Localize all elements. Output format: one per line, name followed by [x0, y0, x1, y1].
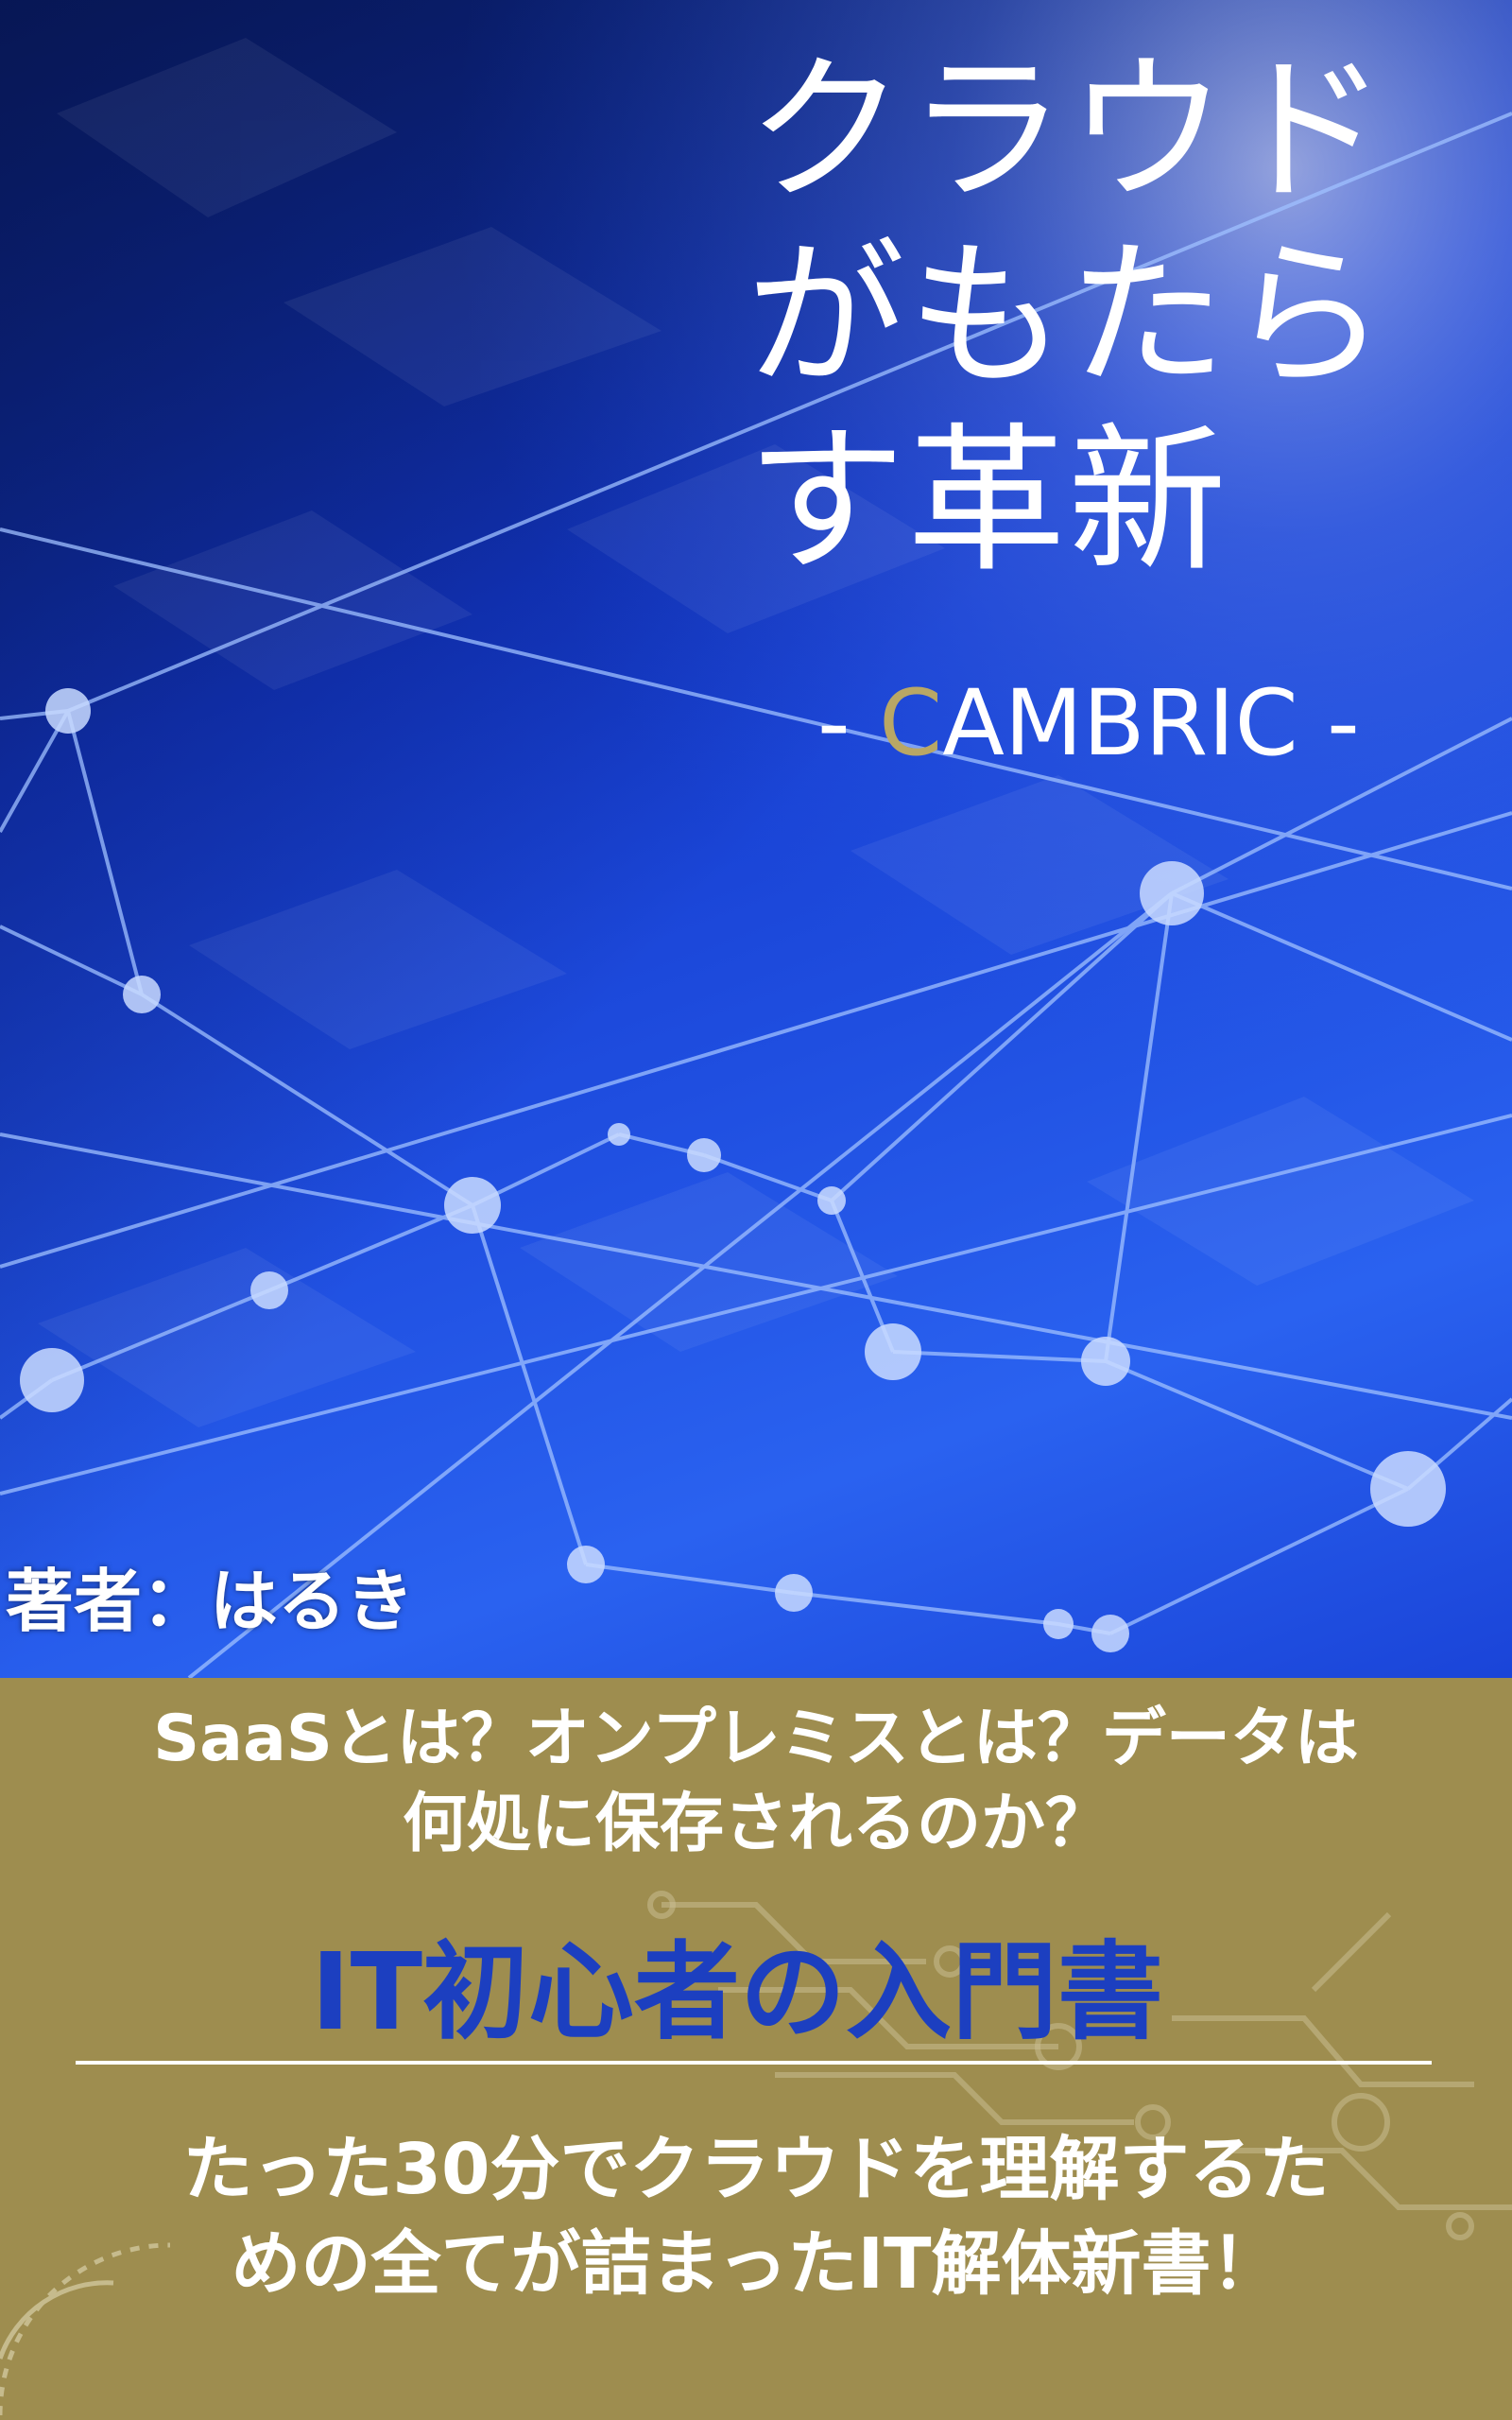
- author-credit: 著者：はるき: [6, 1562, 415, 1641]
- pitch-copy: たった30分でクラウドを理解するた めの全てが詰まったIT解体新書！: [0, 2122, 1512, 2311]
- cover-artwork: クラウド がもたら す革新 - CAMBRIC - 著者：はるき: [0, 0, 1512, 1678]
- pitch-line: たった30分でクラウドを理解するた: [182, 2129, 1330, 2210]
- brand-name: - CAMBRIC -: [817, 671, 1360, 775]
- category-heading: IT初心者の入門書: [310, 1931, 1164, 2054]
- question-line: 何処に保存されるのか？: [402, 1787, 1109, 1861]
- divider: [76, 2061, 1432, 2065]
- book-title: クラウド がもたら す革新: [747, 38, 1503, 594]
- title-line: クラウド: [747, 38, 1389, 223]
- question-line: SaaSとは？オンプレミスとは？データは: [153, 1702, 1359, 1776]
- brand-accent-letter: C: [879, 670, 943, 776]
- brand-prefix: -: [817, 670, 880, 776]
- title-line: す革新: [747, 408, 1228, 594]
- brand-rest: AMBRIC -: [942, 670, 1360, 776]
- info-band: SaaSとは？オンプレミスとは？データは 何処に保存されるのか？ IT初心者の入…: [0, 1678, 1512, 2420]
- pitch-line: めの全てが詰まったIT解体新書！: [231, 2223, 1281, 2305]
- title-line: がもたら: [747, 223, 1389, 408]
- question-copy: SaaSとは？オンプレミスとは？データは 何処に保存されるのか？: [0, 1697, 1512, 1867]
